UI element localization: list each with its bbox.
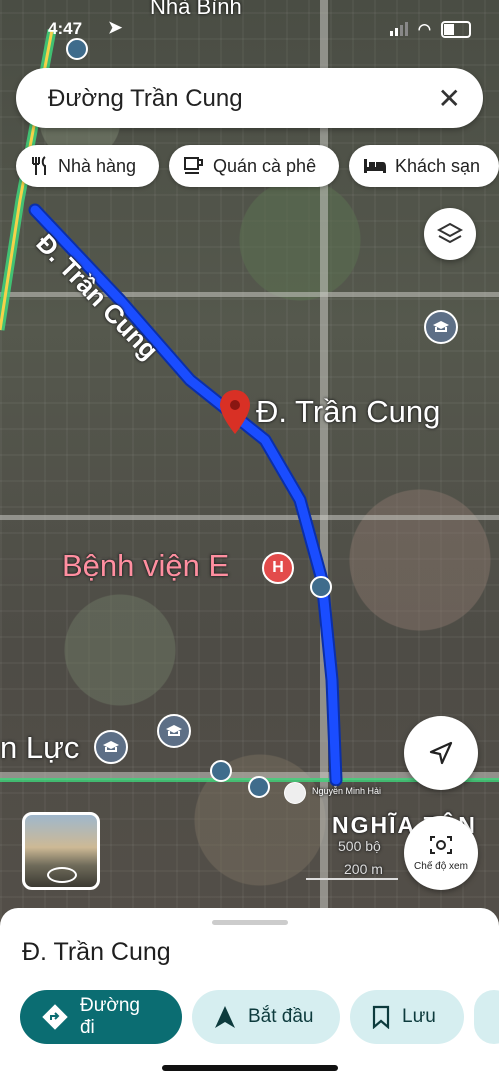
navigation-arrow-icon	[215, 1006, 235, 1028]
chip-restaurants[interactable]: Nhà hàng	[16, 145, 159, 187]
scale-feet: 500 bộ	[338, 838, 381, 854]
school-icon[interactable]	[157, 714, 191, 748]
user-credit: Nguyễn Minh Hải	[312, 786, 382, 796]
location-pin-icon[interactable]	[220, 390, 250, 434]
view-mode-button[interactable]: Chế độ xem	[404, 816, 478, 890]
view-mode-label: Chế độ xem	[414, 860, 468, 872]
save-button[interactable]: Lưu	[350, 990, 464, 1044]
chip-label: Khách sạn	[395, 155, 481, 176]
directions-icon	[42, 1004, 68, 1030]
status-bar: 4:47 ➤ ◠	[0, 14, 499, 44]
layers-button[interactable]	[424, 208, 476, 260]
bus-stop-icon[interactable]	[310, 576, 332, 598]
place-title: Đ. Trần Cung	[22, 938, 171, 966]
bus-stop-icon[interactable]	[210, 760, 232, 782]
cellular-signal-icon	[389, 22, 408, 36]
location-arrow-icon: ➤	[108, 18, 123, 37]
rotate-360-icon	[47, 867, 77, 883]
bookmark-icon	[372, 1005, 390, 1029]
layers-icon	[437, 222, 463, 244]
save-label: Lưu	[402, 1006, 436, 1027]
close-icon[interactable]: ✕	[438, 82, 461, 115]
chip-label: Quán cà phê	[213, 155, 317, 176]
chip-cafes[interactable]: Quán cà phê	[169, 145, 339, 187]
hospital-icon[interactable]: H	[262, 552, 294, 584]
search-bar[interactable]: Đường Trần Cung ✕	[16, 68, 483, 128]
street-view-thumbnail[interactable]	[22, 812, 100, 890]
camera-lens-icon	[430, 835, 452, 854]
school-icon[interactable]	[94, 730, 128, 764]
my-location-button[interactable]	[404, 716, 478, 790]
battery-icon	[441, 20, 471, 38]
start-label: Bắt đầu	[248, 1006, 314, 1027]
scale-meters: 200 m	[344, 861, 383, 877]
user-avatar[interactable]	[284, 782, 306, 804]
poi-label: n Lực	[0, 730, 80, 765]
place-bottom-sheet[interactable]: Đ. Trần Cung Đường đi Bắt đầu Lưu	[0, 908, 499, 1080]
wifi-icon: ◠	[417, 21, 431, 38]
bus-stop-icon[interactable]	[248, 776, 270, 798]
pin-label: Đ. Trần Cung	[256, 394, 441, 429]
school-icon[interactable]	[424, 310, 458, 344]
fork-knife-icon	[32, 156, 46, 175]
home-indicator	[162, 1065, 338, 1071]
start-button[interactable]: Bắt đầu	[192, 990, 340, 1044]
directions-button[interactable]: Đường đi	[20, 990, 182, 1044]
status-time: 4:47	[48, 19, 83, 38]
sheet-drag-handle[interactable]	[212, 920, 288, 925]
hospital-label[interactable]: Bệnh viện E	[62, 548, 229, 584]
chip-hotels[interactable]: Khách sạn	[349, 145, 499, 187]
bed-icon	[364, 159, 386, 173]
coffee-cup-icon	[184, 157, 203, 174]
navigation-arrow-icon	[429, 741, 453, 765]
more-action-button[interactable]	[474, 990, 499, 1044]
search-query[interactable]: Đường Trần Cung	[48, 85, 243, 113]
chip-label: Nhà hàng	[58, 155, 137, 176]
directions-label: Đường đi	[79, 995, 141, 1038]
scale-bar	[306, 878, 398, 880]
